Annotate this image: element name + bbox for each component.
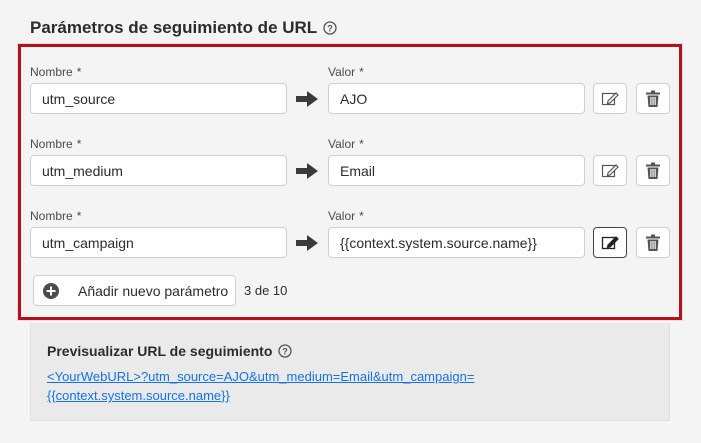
edit-icon xyxy=(601,235,619,249)
value-label: Valor * xyxy=(328,137,364,151)
param-name-input[interactable]: utm_medium xyxy=(30,155,287,186)
name-label: Nombre * xyxy=(30,137,82,151)
edit-button[interactable] xyxy=(593,83,627,114)
add-circle-icon xyxy=(43,282,59,299)
param-value-input[interactable]: {{context.system.source.name}} xyxy=(328,227,585,258)
help-icon[interactable]: ? xyxy=(278,344,293,358)
param-name-input[interactable]: utm_campaign xyxy=(30,227,287,258)
preview-title: Previsualizar URL de seguimiento ? xyxy=(47,343,293,359)
edit-button[interactable] xyxy=(593,155,627,186)
delete-button[interactable] xyxy=(636,83,670,114)
preview-url-link[interactable]: <YourWebURL>?utm_source=AJO&utm_medium=E… xyxy=(47,367,647,405)
section-title-text: Parámetros de seguimiento de URL xyxy=(30,18,318,37)
edit-icon xyxy=(601,163,619,177)
delete-button[interactable] xyxy=(636,227,670,258)
section-title: Parámetros de seguimiento de URL ? xyxy=(30,18,337,38)
url-preview-panel: Previsualizar URL de seguimiento ? <Your… xyxy=(30,323,670,421)
param-row: Nombre * utm_source Valor * AJO xyxy=(21,61,679,121)
param-count: 3 de 10 xyxy=(244,283,288,298)
arrow-right-icon xyxy=(296,163,318,179)
param-name-input[interactable]: utm_source xyxy=(30,83,287,114)
param-value-input[interactable]: Email xyxy=(328,155,585,186)
trash-icon xyxy=(646,234,660,251)
edit-icon xyxy=(601,91,619,105)
trash-icon xyxy=(646,90,660,107)
value-label: Valor * xyxy=(328,209,364,223)
value-label: Valor * xyxy=(328,65,364,79)
add-parameter-label: Añadir nuevo parámetro xyxy=(78,282,229,299)
name-label: Nombre * xyxy=(30,65,82,79)
svg-text:?: ? xyxy=(327,24,333,34)
delete-button[interactable] xyxy=(636,155,670,186)
trash-icon xyxy=(646,162,660,179)
tracking-params-panel: Nombre * utm_source Valor * AJO Nombre *… xyxy=(18,44,682,320)
param-row: Nombre * utm_medium Valor * Email xyxy=(21,133,679,193)
edit-button[interactable] xyxy=(593,227,627,258)
help-icon[interactable]: ? xyxy=(323,21,337,35)
svg-text:?: ? xyxy=(283,347,289,357)
param-value-input[interactable]: AJO xyxy=(328,83,585,114)
arrow-right-icon xyxy=(296,91,318,107)
add-parameter-button[interactable]: Añadir nuevo parámetro xyxy=(33,275,236,306)
param-row: Nombre * utm_campaign Valor * {{context.sy… xyxy=(21,205,679,265)
name-label: Nombre * xyxy=(30,209,82,223)
arrow-right-icon xyxy=(296,235,318,251)
page: Parámetros de seguimiento de URL ? Nombr… xyxy=(0,0,701,443)
